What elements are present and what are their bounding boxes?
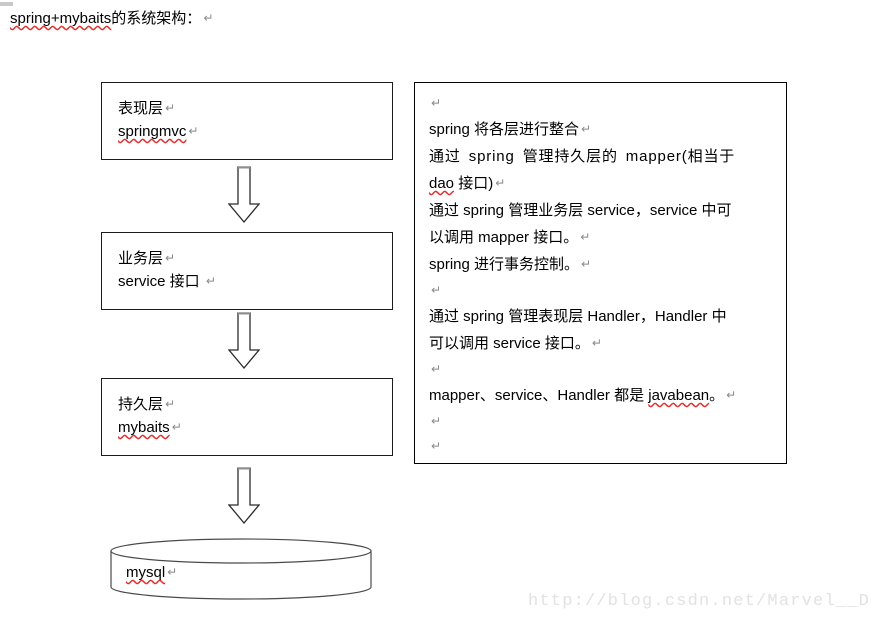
paragraph-mark-icon: ↵ — [167, 565, 178, 579]
paragraph-mark-icon: ↵ — [205, 274, 216, 288]
paragraph-mark-icon: ↵ — [203, 11, 214, 25]
spellchecked-term: mysql — [126, 564, 166, 581]
flow-box-line-layer-name: 业务层 ↵ — [118, 250, 176, 267]
paragraph-mark-icon: ↵ — [431, 283, 442, 297]
note-line-tail: 。 — [709, 387, 725, 404]
flow-box-line-technology: service 接口 ↵ — [118, 273, 216, 290]
note-line: 通过 spring 管理持久层的 mapper(相当于 — [429, 148, 736, 165]
page-title-spellchecked-term: spring+mybaits — [10, 10, 112, 27]
flow-box-business-layer[interactable]: 业务层 ↵ service 接口 ↵ — [101, 232, 393, 310]
note-line: 通过 spring 管理业务层 service，service 中可 — [429, 202, 732, 219]
note-line: mapper、service、Handler 都是 javabean。 ↵ — [429, 382, 774, 409]
note-line: spring 进行事务控制。 ↵ — [429, 256, 592, 273]
spellchecked-term: mybaits — [118, 419, 170, 436]
paragraph-mark-icon: ↵ — [591, 336, 602, 350]
paragraph-mark-icon: ↵ — [581, 257, 592, 271]
down-block-arrow-icon — [227, 166, 261, 224]
paragraph-mark-icon: ↵ — [431, 439, 442, 453]
paragraph-mark-icon: ↵ — [726, 388, 737, 402]
database-label: mysql ↵ — [126, 564, 177, 581]
database-cylinder-mysql[interactable]: mysql ↵ — [110, 538, 372, 600]
paragraph-mark-icon: ↵ — [188, 124, 199, 138]
paragraph-mark-icon: ↵ — [495, 176, 506, 190]
flow-box-line-technology: mybaits ↵ — [102, 416, 392, 439]
note-line-head: mapper、service、Handler 都是 — [429, 387, 649, 404]
note-line: 以调用 mapper 接口。 ↵ — [429, 229, 591, 246]
paragraph-mark-icon: ↵ — [431, 414, 442, 428]
paragraph-mark-icon: ↵ — [165, 251, 176, 265]
paragraph-mark-icon: ↵ — [165, 101, 176, 115]
spellchecked-term: dao — [429, 175, 455, 192]
note-line: ↵ — [429, 91, 774, 116]
note-line-tail: 接口) — [454, 175, 494, 192]
paragraph-mark-icon: ↵ — [580, 230, 591, 244]
spellchecked-term: springmvc — [118, 123, 187, 140]
page-title: spring+mybaits的系统架构： ↵ — [10, 8, 213, 29]
note-line: dao 接口) ↵ — [429, 170, 774, 197]
note-line: ↵ — [429, 357, 774, 382]
page-corner-mark — [0, 2, 13, 6]
flow-box-line-layer-name: 表现层 ↵ — [118, 100, 176, 117]
page-title-rest: 的系统架构： — [111, 10, 202, 27]
note-line: ↵ — [429, 409, 774, 434]
arrow-business-to-persistence — [227, 312, 261, 370]
note-line: 通过 spring 管理表现层 Handler，Handler 中 — [429, 308, 727, 325]
flow-box-line-technology: springmvc ↵ — [102, 120, 392, 143]
arrow-persistence-to-database — [227, 467, 261, 525]
note-line: spring 将各层进行整合 ↵ — [429, 121, 592, 138]
paragraph-mark-icon: ↵ — [171, 420, 182, 434]
arrow-presentation-to-business — [227, 166, 261, 224]
paragraph-mark-icon: ↵ — [581, 122, 592, 136]
down-block-arrow-icon — [227, 312, 261, 370]
flow-box-persistence-layer[interactable]: 持久层 ↵ mybaits ↵ — [101, 378, 393, 456]
flow-box-presentation-layer[interactable]: 表现层 ↵ springmvc ↵ — [101, 82, 393, 160]
flow-box-line-layer-name: 持久层 ↵ — [118, 396, 176, 413]
spellchecked-term: javabean — [648, 387, 710, 404]
down-block-arrow-icon — [227, 467, 261, 525]
note-line: ↵ — [429, 278, 774, 303]
paragraph-mark-icon: ↵ — [165, 397, 176, 411]
paragraph-mark-icon: ↵ — [431, 96, 442, 110]
blog-url-watermark: http://blog.csdn.net/Marvel__Dead — [528, 592, 870, 611]
note-line: 可以调用 service 接口。 ↵ — [429, 335, 602, 352]
paragraph-mark-icon: ↵ — [431, 362, 442, 376]
notes-description-box[interactable]: ↵ spring 将各层进行整合 ↵ 通过 spring 管理持久层的 mappe… — [414, 82, 787, 464]
note-line: ↵ — [429, 434, 774, 459]
